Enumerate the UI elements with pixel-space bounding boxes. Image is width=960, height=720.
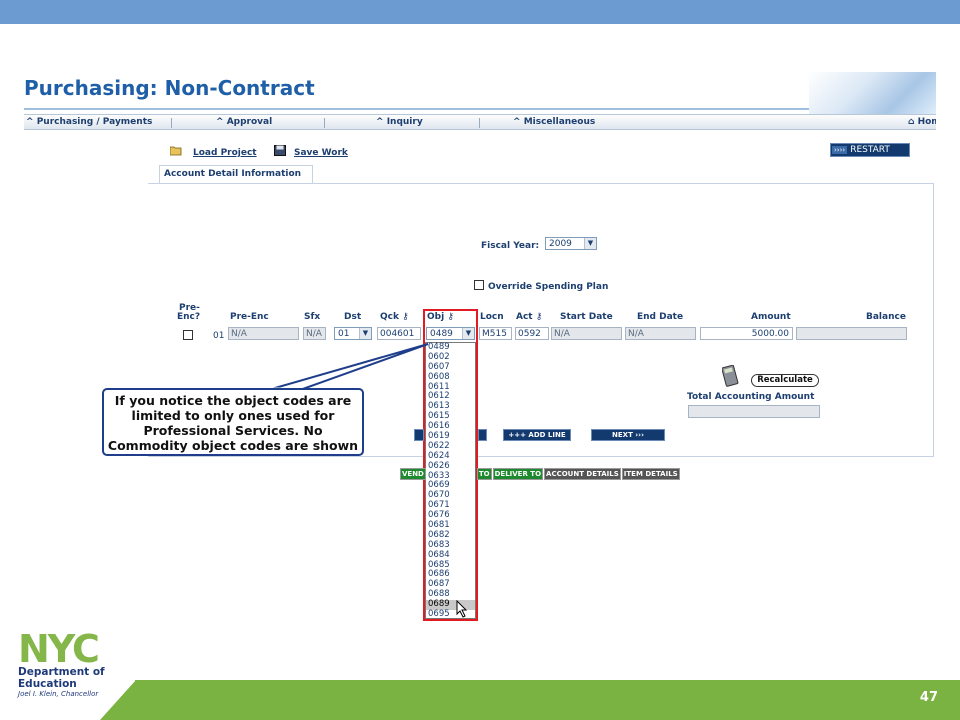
- doe-line-1: Department of: [18, 666, 105, 678]
- dst-select[interactable]: 01 ▼: [334, 327, 372, 340]
- calculator-icon[interactable]: [722, 365, 740, 387]
- next-arrows-icon: ›››: [635, 431, 644, 439]
- page-title: Purchasing: Non-Contract: [24, 76, 315, 100]
- nav-label: Miscellaneous: [523, 117, 596, 127]
- footer-bar: [135, 680, 960, 720]
- override-label: Override Spending Plan: [488, 282, 609, 292]
- key-icon[interactable]: ⚷: [536, 312, 543, 322]
- status-tab-to[interactable]: TO: [476, 468, 492, 480]
- status-tab-account[interactable]: ACCOUNT DETAILS: [544, 468, 621, 480]
- load-project-link[interactable]: Load Project: [193, 148, 257, 158]
- mouse-cursor-icon: [456, 600, 468, 618]
- status-tab-item[interactable]: ITEM DETAILS: [621, 468, 680, 480]
- nav-home[interactable]: ⌂ Hom: [908, 117, 936, 127]
- col-qck-label: Qck: [380, 312, 399, 322]
- restart-label: RESTART: [850, 145, 890, 155]
- nav-purchasing-payments[interactable]: ^ Purchasing / Payments: [26, 117, 152, 127]
- key-icon[interactable]: ⚷: [402, 312, 409, 322]
- start-date-field[interactable]: N/A: [551, 327, 622, 340]
- total-accounting-label: Total Accounting Amount: [687, 392, 815, 402]
- col-preenc-bottom: Enc?: [177, 312, 201, 322]
- nav-separator: [324, 118, 325, 128]
- nav-inquiry[interactable]: ^ Inquiry: [376, 117, 423, 127]
- nav-approval[interactable]: ^ Approval: [216, 117, 272, 127]
- tab-account-detail[interactable]: Account Detail Information: [159, 165, 313, 183]
- page-number: 47: [919, 690, 938, 705]
- col-act[interactable]: Act ⚷: [516, 312, 542, 322]
- doe-line-2: Education: [18, 678, 77, 690]
- status-tabs: VEND TO DELIVER TO ACCOUNT DETAILS ITEM …: [400, 468, 681, 480]
- restart-button[interactable]: ›››› RESTART: [830, 143, 910, 157]
- dst-value: 01: [338, 329, 350, 339]
- obj-dropdown-list[interactable]: 0489 0602 0607 0608 0611 0612 0613 0615 0616 0619…: [425, 342, 476, 619]
- sfx-field[interactable]: N/A: [303, 327, 326, 340]
- chevron-down-icon: ▼: [359, 328, 371, 339]
- col-locn: Locn: [480, 312, 504, 322]
- balance-field: [796, 327, 907, 340]
- add-line-label: ADD LINE: [528, 431, 566, 439]
- fiscal-year-value: 2009: [549, 239, 572, 249]
- restart-arrows-icon: ››››: [832, 146, 848, 154]
- top-accent-bar: [0, 0, 960, 24]
- recalculate-button[interactable]: Recalculate: [751, 374, 819, 387]
- chevron-down-icon: ▼: [584, 238, 596, 249]
- nav-separator: [171, 118, 172, 128]
- doe-logo-text: Department of Education: [18, 666, 105, 690]
- nav-label: Inquiry: [386, 117, 423, 127]
- app-screenshot: Purchasing: Non-Contract ^ Purchasing / …: [24, 72, 936, 628]
- fiscal-year-select[interactable]: 2009 ▼: [545, 237, 597, 250]
- col-amount: Amount: [751, 312, 791, 322]
- add-line-icon: +++: [508, 431, 526, 439]
- pre-enc-checkbox[interactable]: [183, 330, 193, 340]
- fiscal-year-label: Fiscal Year:: [481, 241, 540, 251]
- locn-field[interactable]: M515: [479, 327, 512, 340]
- col-qck[interactable]: Qck ⚷: [380, 312, 409, 322]
- nav-separator: [479, 118, 480, 128]
- pre-enc-field[interactable]: N/A: [228, 327, 299, 340]
- prev-button[interactable]: [414, 429, 424, 441]
- col-sfx: Sfx: [304, 312, 321, 322]
- nav-label: Approval: [226, 117, 273, 127]
- col-pre-enc: Pre-Enc: [230, 312, 269, 322]
- nav-miscellaneous[interactable]: ^ Miscellaneous: [513, 117, 595, 127]
- footer-wedge: [100, 680, 136, 720]
- nav-label: Hom: [917, 117, 936, 127]
- act-field[interactable]: 0592: [515, 327, 549, 340]
- prev-button-tail[interactable]: [478, 429, 487, 441]
- line-number: 01: [213, 331, 225, 341]
- col-balance: Balance: [866, 312, 906, 322]
- chancellor-text: Joel I. Klein, Chancellor: [18, 690, 99, 698]
- total-accounting-field: [688, 405, 820, 418]
- col-start-date: Start Date: [560, 312, 613, 322]
- col-end-date: End Date: [637, 312, 684, 322]
- save-work-link[interactable]: Save Work: [294, 148, 348, 158]
- main-nav: ^ Purchasing / Payments ^ Approval ^ Inq…: [24, 114, 936, 130]
- next-label: NEXT: [612, 431, 633, 439]
- override-checkbox[interactable]: [474, 280, 484, 290]
- header-decoration: [809, 72, 936, 114]
- status-tab-vend[interactable]: VEND: [400, 468, 426, 480]
- status-tab-deliver[interactable]: DELIVER TO: [492, 468, 544, 480]
- nyc-logo: NYC: [18, 627, 100, 671]
- end-date-field[interactable]: N/A: [625, 327, 696, 340]
- qck-field[interactable]: 004601: [377, 327, 421, 340]
- col-dst: Dst: [344, 312, 362, 322]
- title-underline: [24, 108, 809, 110]
- add-line-button[interactable]: +++ ADD LINE: [503, 429, 571, 441]
- folder-icon[interactable]: [170, 145, 182, 156]
- next-button[interactable]: NEXT ›››: [591, 429, 665, 441]
- annotation-callout: If you notice the object codes are limit…: [102, 388, 364, 456]
- save-icon[interactable]: [274, 145, 286, 156]
- amount-field[interactable]: 5000.00: [700, 327, 793, 340]
- col-act-label: Act: [516, 312, 533, 322]
- nav-label: Purchasing / Payments: [36, 117, 153, 127]
